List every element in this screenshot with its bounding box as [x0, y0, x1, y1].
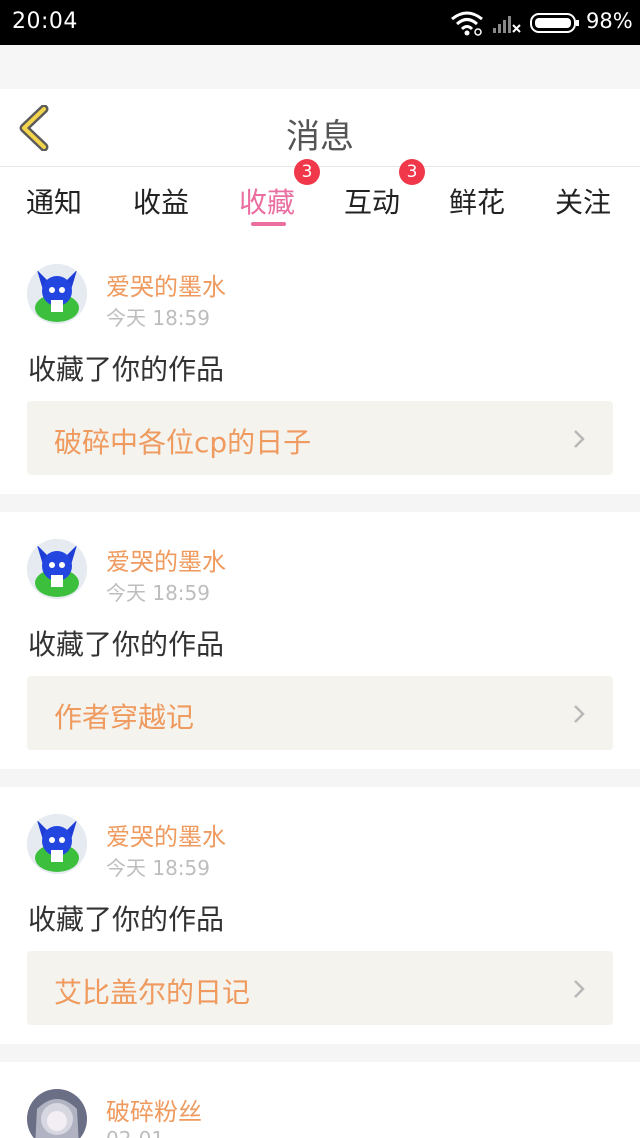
page-title: 消息	[286, 117, 354, 157]
action-text: 收藏了你的作品	[28, 903, 225, 936]
username[interactable]: 破碎粉丝	[106, 1092, 202, 1127]
status-time: 20:04	[12, 9, 78, 34]
chevron-right-icon	[574, 980, 585, 998]
active-tab-indicator	[251, 222, 286, 226]
chevron-right-icon	[574, 705, 585, 723]
tab-notifications[interactable]: 通知	[26, 181, 82, 221]
avatar[interactable]	[27, 1089, 87, 1138]
work-link[interactable]: 破碎中各位cp的日子	[27, 401, 613, 475]
message-card: 爱哭的墨水 今天 18:59 收藏了你的作品 破碎中各位cp的日子	[0, 237, 640, 494]
avatar[interactable]	[27, 264, 87, 324]
interactions-badge: 3	[399, 159, 425, 185]
timestamp: 02-01	[106, 1127, 164, 1138]
avatar-image	[27, 1089, 87, 1138]
tab-favorites[interactable]: 收藏	[239, 181, 295, 221]
username[interactable]: 爱哭的墨水	[106, 542, 226, 577]
timestamp: 今天 18:59	[106, 306, 210, 330]
signal-icon	[493, 16, 521, 33]
message-card: 破碎粉丝 02-01	[0, 1062, 640, 1138]
battery-percent: 98%	[586, 9, 633, 33]
work-link[interactable]: 作者穿越记	[27, 676, 613, 750]
username[interactable]: 爱哭的墨水	[106, 267, 226, 302]
timestamp: 今天 18:59	[106, 581, 210, 605]
top-spacer	[0, 45, 640, 89]
work-link[interactable]: 艾比盖尔的日记	[27, 951, 613, 1025]
timestamp: 今天 18:59	[106, 856, 210, 880]
avatar[interactable]	[27, 814, 87, 874]
avatar-image	[27, 539, 87, 599]
favorites-badge: 3	[294, 159, 320, 185]
message-card: 爱哭的墨水 今天 18:59 收藏了你的作品 作者穿越记	[0, 512, 640, 769]
work-title: 艾比盖尔的日记	[54, 976, 251, 1009]
chevron-right-icon	[574, 430, 585, 448]
avatar-image	[27, 264, 87, 324]
tab-bar: 通知 收益 收藏 3 互动 3 鲜花 关注	[0, 159, 640, 237]
work-title: 作者穿越记	[54, 701, 195, 734]
action-text: 收藏了你的作品	[28, 353, 225, 386]
work-title: 破碎中各位cp的日子	[54, 426, 312, 459]
status-bar: 20:04 98%	[0, 0, 640, 45]
avatar[interactable]	[27, 539, 87, 599]
action-text: 收藏了你的作品	[28, 628, 225, 661]
tab-interactions[interactable]: 互动	[344, 181, 400, 221]
wifi-icon	[451, 11, 483, 36]
tab-follows[interactable]: 关注	[555, 181, 611, 221]
avatar-image	[27, 814, 87, 874]
tab-flowers[interactable]: 鲜花	[449, 181, 505, 221]
username[interactable]: 爱哭的墨水	[106, 817, 226, 852]
tab-earnings[interactable]: 收益	[133, 181, 189, 221]
battery-icon	[530, 13, 579, 33]
message-card: 爱哭的墨水 今天 18:59 收藏了你的作品 艾比盖尔的日记	[0, 787, 640, 1044]
header: 消息	[0, 89, 640, 167]
